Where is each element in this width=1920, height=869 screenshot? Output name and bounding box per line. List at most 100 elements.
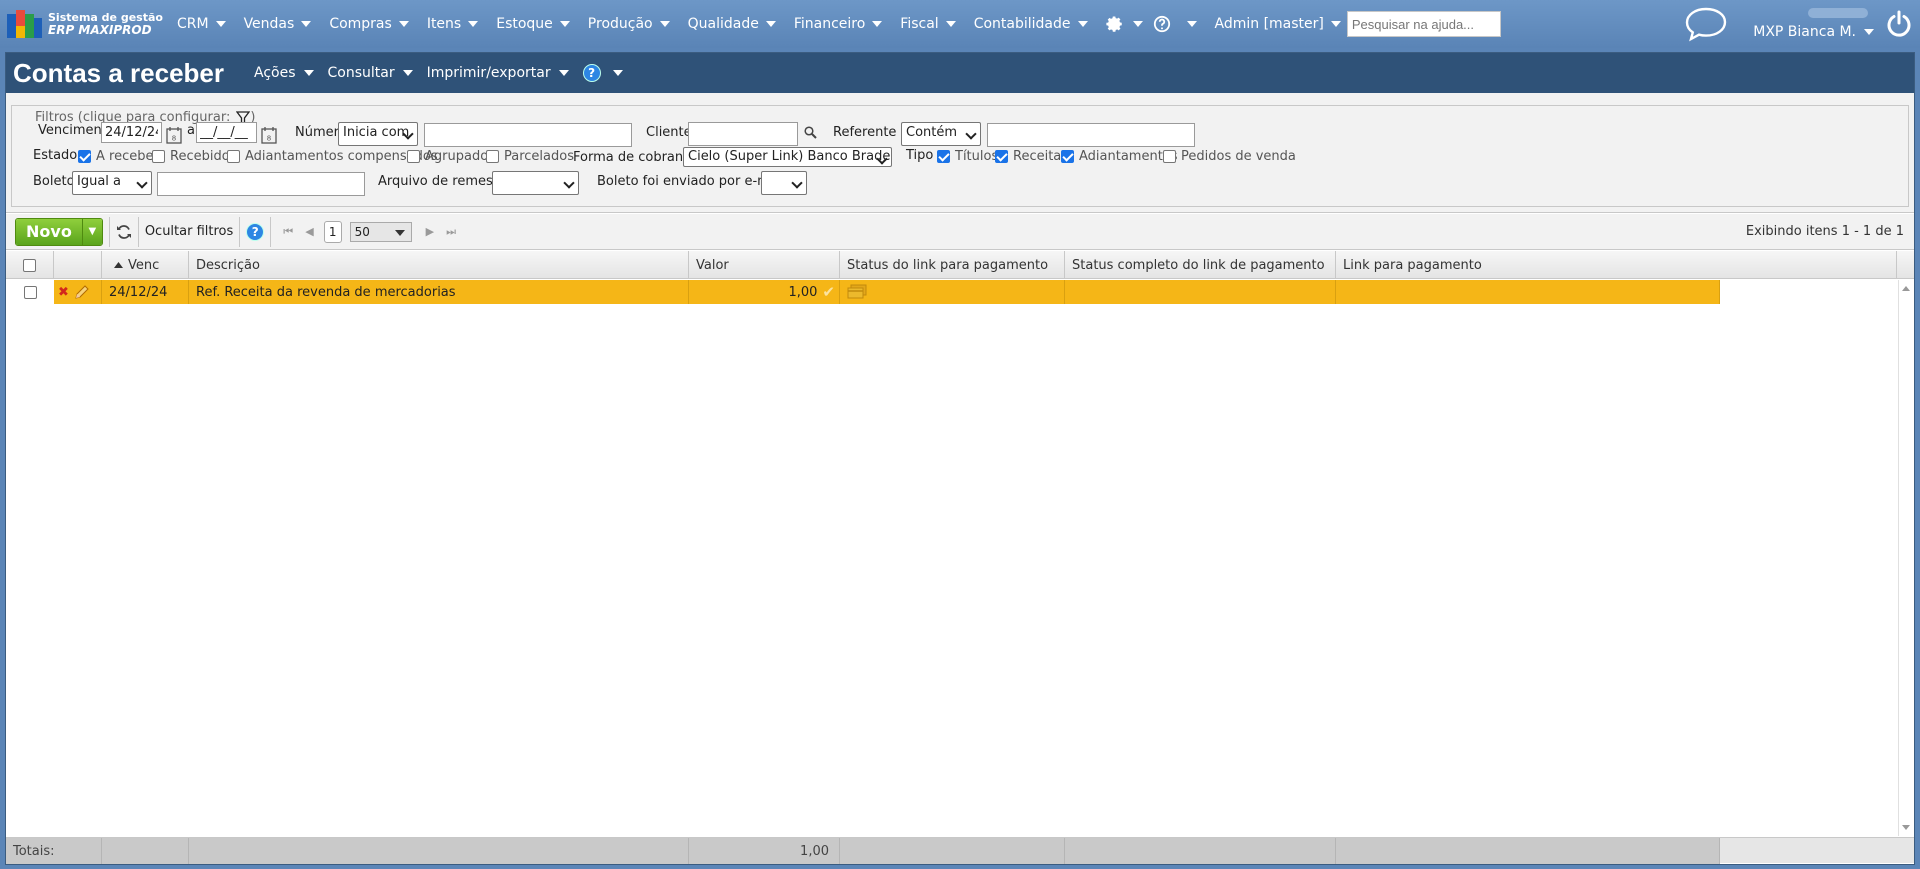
select-all-checkbox[interactable] — [23, 258, 36, 272]
nav-qualidade[interactable]: Qualidade — [688, 16, 776, 32]
tipo-pedidos-venda-checkbox[interactable]: Pedidos de venda — [1163, 149, 1296, 164]
menu-imprimir-exportar[interactable]: Imprimir/exportar — [427, 65, 569, 81]
page-size-select[interactable]: 50 — [349, 221, 412, 242]
svg-text:8: 8 — [172, 135, 176, 143]
forma-cobranca-select[interactable]: Cielo (Super Link) Banco Bradesco — [683, 147, 892, 167]
col-descricao[interactable]: Descrição — [189, 251, 689, 279]
user-name: MXP Bianca M. — [1753, 24, 1856, 40]
estado-a-receber-checkbox[interactable]: A receber — [78, 149, 159, 164]
novo-button[interactable]: Novo ▼ — [15, 217, 103, 246]
settings-menu[interactable] — [1105, 15, 1143, 33]
power-icon[interactable] — [1886, 10, 1912, 38]
pager-info: Exibindo itens 1 - 1 de 1 — [1745, 224, 1904, 239]
nav-contabilidade[interactable]: Contabilidade — [974, 16, 1088, 32]
chevron-down-icon — [215, 21, 226, 27]
nav-estoque[interactable]: Estoque — [496, 16, 570, 32]
table-row[interactable]: ✖ 24/12/24 Ref. Receita da revenda de me… — [6, 280, 1914, 304]
top-navbar: Sistema de gestão ERP MAXIPROD CRM Venda… — [0, 0, 1920, 48]
total-valor: 1,00 — [689, 838, 840, 864]
brand-line2: ERP MAXIPROD — [48, 23, 152, 37]
vencimento-a-label: a — [187, 123, 195, 138]
chevron-down-icon — [1186, 21, 1197, 27]
estado-recebidos-checkbox[interactable]: Recebidos — [152, 149, 236, 164]
chevron-down-icon — [1077, 21, 1088, 27]
col-valor[interactable]: Valor — [689, 251, 840, 279]
first-page-icon[interactable]: ⏮ — [283, 225, 293, 239]
chat-icon[interactable] — [1683, 6, 1729, 42]
page-number-input[interactable]: 1 — [323, 220, 342, 243]
chevron-down-icon — [559, 21, 570, 27]
checkbox-checked-icon — [78, 150, 91, 163]
boleto-input[interactable] — [157, 172, 365, 196]
help-search-input[interactable] — [1346, 11, 1501, 37]
boleto-email-select[interactable] — [761, 171, 807, 195]
cliente-input[interactable] — [688, 122, 798, 146]
search-icon[interactable] — [804, 126, 817, 139]
nav-compras[interactable]: Compras — [329, 16, 409, 32]
menu-help[interactable]: ? — [582, 64, 623, 82]
novo-button-label[interactable]: Novo — [16, 218, 82, 245]
checkbox-checked-icon — [937, 150, 950, 163]
next-page-icon[interactable]: ▶ — [426, 225, 434, 238]
last-page-icon[interactable]: ⏭ — [446, 225, 456, 239]
tipo-adiantamentos-checkbox[interactable]: Adiantamentos — [1061, 149, 1178, 164]
nav-fiscal[interactable]: Fiscal — [900, 16, 956, 32]
menu-acoes[interactable]: Ações — [254, 65, 314, 81]
grid-vertical-scrollbar[interactable] — [1898, 280, 1914, 836]
nav-itens[interactable]: Itens — [427, 16, 479, 32]
nav-crm[interactable]: CRM — [177, 16, 226, 32]
edit-pencil-icon[interactable] — [74, 284, 90, 300]
caret-down-icon: ▼ — [88, 226, 97, 237]
sort-asc-icon — [114, 262, 123, 268]
svg-text:8: 8 — [267, 135, 271, 143]
col-status-link[interactable]: Status do link para pagamento — [840, 251, 1065, 279]
main-menu: CRM Vendas Compras Itens Estoque Produçã… — [177, 0, 1501, 48]
question-icon — [1153, 15, 1170, 33]
help-icon: ? — [582, 64, 601, 82]
nav-producao[interactable]: Produção — [588, 16, 670, 32]
brand-logo[interactable]: Sistema de gestão ERP MAXIPROD — [7, 8, 163, 40]
help-icon[interactable]: ? — [246, 222, 265, 241]
vencimento-from-input[interactable] — [101, 122, 162, 143]
calendar-icon[interactable]: 8 — [166, 126, 182, 144]
gear-icon — [1105, 16, 1122, 32]
maxiprod-logo-mark — [7, 10, 42, 38]
novo-dropdown-button[interactable]: ▼ — [81, 218, 102, 245]
arquivo-remessa-select[interactable] — [492, 171, 579, 195]
user-menu[interactable]: MXP Bianca M. — [1753, 8, 1874, 40]
menu-consultar[interactable]: Consultar — [328, 65, 413, 81]
chevron-down-icon — [872, 21, 883, 27]
refresh-icon[interactable] — [116, 224, 132, 240]
col-link-pagamento[interactable]: Link para pagamento — [1336, 251, 1897, 279]
page-title: Contas a receber — [13, 57, 224, 88]
referente-operator-select[interactable]: Contém — [901, 122, 981, 146]
boleto-email-label: Boleto foi enviado por e-mail — [597, 174, 786, 189]
tipo-titulos-checkbox[interactable]: Títulos — [937, 149, 998, 164]
scroll-up-icon[interactable] — [1902, 286, 1910, 291]
prev-page-icon[interactable]: ◀ — [305, 225, 313, 238]
nav-admin[interactable]: Admin [master] — [1215, 16, 1341, 32]
chevron-down-icon — [301, 21, 312, 27]
col-status-completo[interactable]: Status completo do link de pagamento — [1065, 251, 1336, 279]
row-checkbox[interactable] — [23, 285, 37, 299]
help-menu[interactable] — [1153, 15, 1197, 33]
estado-agrupados-checkbox[interactable]: Agrupados — [407, 149, 495, 164]
data-grid: Venc Descrição Valor Status do link para… — [6, 251, 1914, 864]
nav-vendas[interactable]: Vendas — [244, 16, 312, 32]
vencimento-to-input[interactable] — [196, 122, 257, 143]
nav-financeiro[interactable]: Financeiro — [794, 16, 883, 32]
chevron-down-icon — [765, 21, 776, 27]
tipo-receitas-checkbox[interactable]: Receitas — [995, 149, 1068, 164]
calendar-icon[interactable]: 8 — [261, 126, 277, 144]
estado-parcelados-checkbox[interactable]: Parcelados — [486, 149, 574, 164]
cell-status-completo — [1065, 280, 1336, 304]
boleto-operator-select[interactable]: Igual a — [72, 171, 152, 195]
chevron-down-icon — [612, 70, 623, 76]
scroll-down-icon[interactable] — [1902, 825, 1910, 830]
col-venc[interactable]: Venc — [102, 251, 189, 279]
numero-operator-select[interactable]: Inicia com — [338, 122, 418, 146]
hide-filters-button[interactable]: Ocultar filtros — [145, 224, 233, 239]
chevron-down-icon — [1864, 29, 1874, 35]
delete-icon[interactable]: ✖ — [58, 285, 69, 300]
arquivo-remessa-label: Arquivo de remessa — [378, 174, 508, 189]
